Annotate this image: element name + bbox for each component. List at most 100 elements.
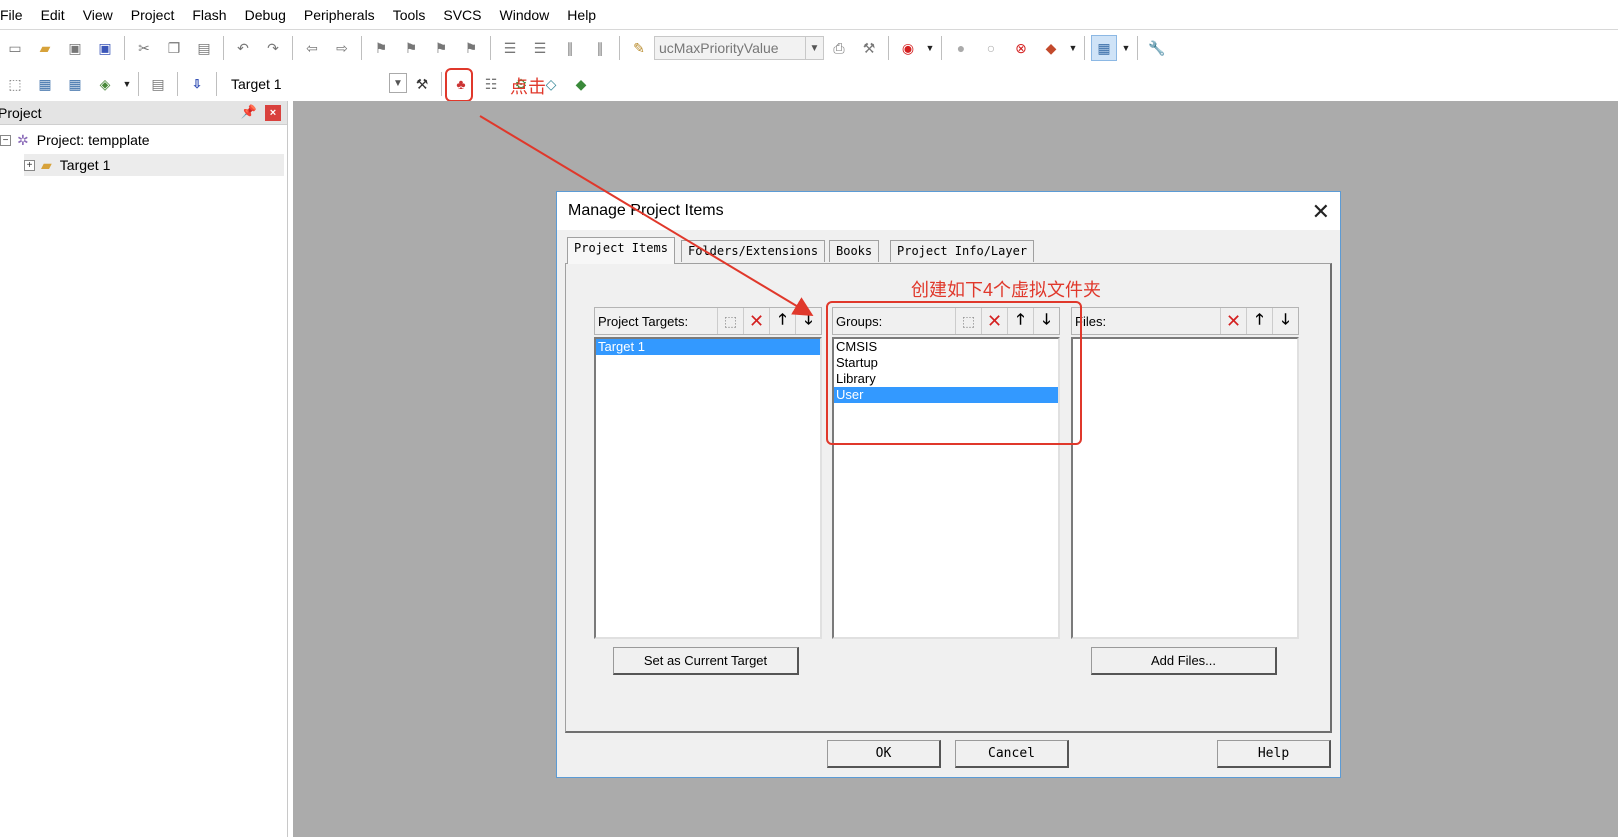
move-up-icon[interactable]: 🡑 bbox=[1246, 308, 1272, 334]
dropdown-arrow-icon[interactable]: ▼ bbox=[925, 35, 935, 61]
tree-target-row[interactable]: + ▰ Target 1 bbox=[24, 154, 284, 176]
files-pane-header: Files: ✕ 🡑 🡓 bbox=[1071, 307, 1299, 335]
project-icon: ✲ bbox=[17, 131, 29, 148]
unindent-icon[interactable]: ☰ bbox=[527, 35, 553, 61]
paste-icon[interactable]: ▤ bbox=[191, 35, 217, 61]
separator bbox=[1084, 36, 1085, 60]
tab-folders-extensions[interactable]: Folders/Extensions bbox=[681, 240, 826, 262]
chevron-down-icon[interactable]: ▼ bbox=[389, 73, 407, 93]
breakpoint-options-icon[interactable]: ◆ bbox=[1038, 35, 1064, 61]
expand-icon[interactable]: + bbox=[24, 159, 35, 171]
separator bbox=[441, 72, 442, 96]
targets-pane-header: Project Targets: ⬚ ✕ 🡑 🡓 bbox=[594, 307, 822, 335]
pin-icon[interactable]: 📌 bbox=[241, 104, 257, 120]
menu-help[interactable]: Help bbox=[558, 0, 605, 30]
tree-root-row[interactable]: − ✲ Project: tempplate bbox=[0, 129, 150, 151]
targets-label: Project Targets: bbox=[598, 313, 689, 329]
comment-icon[interactable]: ∥ bbox=[557, 35, 583, 61]
help-button[interactable]: Help bbox=[1217, 740, 1331, 768]
select-packs-icon[interactable]: ☷ bbox=[478, 71, 504, 97]
indent-icon[interactable]: ☰ bbox=[497, 35, 523, 61]
separator bbox=[361, 36, 362, 60]
redo-icon[interactable]: ↷ bbox=[260, 35, 286, 61]
find-icon[interactable]: ⎙ bbox=[826, 35, 852, 61]
disable-breakpoint-icon[interactable]: ○ bbox=[978, 35, 1004, 61]
set-current-target-button[interactable]: Set as Current Target bbox=[613, 647, 799, 675]
translate-icon[interactable]: ⬚ bbox=[2, 71, 28, 97]
menu-view[interactable]: View bbox=[74, 0, 122, 30]
ok-button[interactable]: OK bbox=[827, 740, 941, 768]
dropdown-arrow-icon[interactable]: ▼ bbox=[122, 71, 132, 97]
target-combo[interactable]: Target 1 ▼ bbox=[227, 72, 407, 96]
menu-debug[interactable]: Debug bbox=[236, 0, 295, 30]
clear-bookmarks-icon[interactable]: ⚑ bbox=[458, 35, 484, 61]
delete-icon[interactable]: ✕ bbox=[1220, 308, 1246, 334]
menu-svcs[interactable]: SVCS bbox=[434, 0, 490, 30]
separator bbox=[941, 36, 942, 60]
debug-session-icon[interactable]: ◉ bbox=[895, 35, 921, 61]
close-icon[interactable]: × bbox=[265, 105, 281, 121]
save-icon[interactable]: ▣ bbox=[62, 35, 88, 61]
undo-icon[interactable]: ↶ bbox=[230, 35, 256, 61]
dropdown-arrow-icon[interactable]: ▼ bbox=[1121, 35, 1131, 61]
dropdown-arrow-icon[interactable]: ▼ bbox=[1068, 35, 1078, 61]
cancel-button[interactable]: Cancel bbox=[955, 740, 1069, 768]
annotation-text: 创建如下4个虚拟文件夹 bbox=[911, 280, 1102, 300]
menu-peripherals[interactable]: Peripherals bbox=[295, 0, 384, 30]
list-item[interactable]: Target 1 bbox=[596, 339, 820, 355]
separator bbox=[124, 36, 125, 60]
tab-project-info-layer[interactable]: Project Info/Layer bbox=[890, 240, 1035, 262]
sw-packs-icon[interactable]: ◆ bbox=[568, 71, 594, 97]
menu-flash[interactable]: Flash bbox=[183, 0, 235, 30]
target-options-icon[interactable]: ⚒ bbox=[409, 71, 435, 97]
close-icon[interactable]: ✕ bbox=[1312, 199, 1330, 225]
tab-books[interactable]: Books bbox=[829, 240, 880, 262]
collapse-icon[interactable]: − bbox=[0, 134, 11, 146]
find-in-files-icon[interactable]: ✎ bbox=[626, 35, 652, 61]
batch-build-icon[interactable]: ◈ bbox=[92, 71, 118, 97]
move-up-icon[interactable]: 🡑 bbox=[769, 308, 795, 334]
window-layout-icon[interactable]: ▦ bbox=[1091, 35, 1117, 61]
navigate-forward-icon[interactable]: ⇨ bbox=[329, 35, 355, 61]
folder-icon: ▰ bbox=[41, 156, 52, 173]
breakpoint-icon[interactable]: ● bbox=[948, 35, 974, 61]
menu-file[interactable]: File bbox=[0, 0, 32, 30]
project-panel-header: Project 📌 × bbox=[0, 101, 287, 125]
chevron-down-icon[interactable]: ▼ bbox=[805, 37, 823, 59]
rebuild-icon[interactable]: ▦ bbox=[62, 71, 88, 97]
kill-breakpoints-icon[interactable]: ⊗ bbox=[1008, 35, 1034, 61]
prev-bookmark-icon[interactable]: ⚑ bbox=[398, 35, 424, 61]
separator bbox=[138, 72, 139, 96]
targets-list[interactable]: Target 1 bbox=[594, 337, 822, 639]
menu-project[interactable]: Project bbox=[122, 0, 184, 30]
groups-highlight-box bbox=[826, 301, 1082, 445]
configure-icon[interactable]: 🔧 bbox=[1144, 35, 1170, 61]
tab-project-items[interactable]: Project Items bbox=[567, 237, 675, 264]
new-item-icon[interactable]: ⬚ bbox=[717, 308, 743, 334]
files-list[interactable] bbox=[1071, 337, 1299, 639]
files-label: Files: bbox=[1075, 313, 1107, 329]
incremental-find-icon[interactable]: ⚒ bbox=[856, 35, 882, 61]
find-combo-value: ucMaxPriorityValue bbox=[659, 40, 779, 56]
move-down-icon[interactable]: 🡓 bbox=[1272, 308, 1298, 334]
cut-icon[interactable]: ✂ bbox=[131, 35, 157, 61]
add-files-button[interactable]: Add Files... bbox=[1091, 647, 1277, 675]
menu-window[interactable]: Window bbox=[491, 0, 559, 30]
build-icon[interactable]: ▦ bbox=[32, 71, 58, 97]
copy-icon[interactable]: ❐ bbox=[161, 35, 187, 61]
bookmark-icon[interactable]: ⚑ bbox=[368, 35, 394, 61]
delete-icon[interactable]: ✕ bbox=[743, 308, 769, 334]
stop-build-icon[interactable]: ▤ bbox=[145, 71, 171, 97]
menu-edit[interactable]: Edit bbox=[32, 0, 74, 30]
open-folder-icon[interactable]: ▰ bbox=[32, 35, 58, 61]
navigate-back-icon[interactable]: ⇦ bbox=[299, 35, 325, 61]
next-bookmark-icon[interactable]: ⚑ bbox=[428, 35, 454, 61]
new-file-icon[interactable]: ▭ bbox=[2, 35, 28, 61]
move-down-icon[interactable]: 🡓 bbox=[795, 308, 821, 334]
save-all-icon[interactable]: ▣ bbox=[92, 35, 118, 61]
menu-tools[interactable]: Tools bbox=[384, 0, 435, 30]
find-combo[interactable]: ucMaxPriorityValue ▼ bbox=[654, 36, 824, 60]
download-icon[interactable]: ⇩ bbox=[184, 71, 210, 97]
uncomment-icon[interactable]: ∥ bbox=[587, 35, 613, 61]
separator bbox=[619, 36, 620, 60]
